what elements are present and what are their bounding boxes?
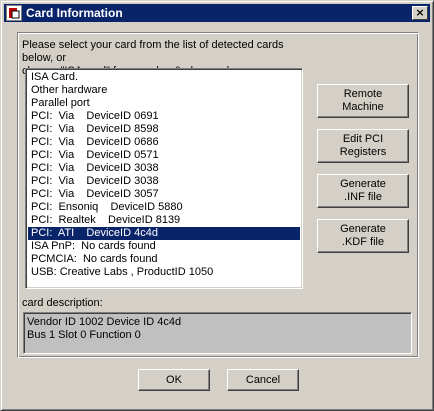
description-line-vendor: Vendor ID 1002 Device ID 4c4d bbox=[27, 316, 182, 328]
app-icon bbox=[6, 5, 22, 21]
cancel-button[interactable]: Cancel bbox=[227, 369, 299, 391]
list-item[interactable]: PCI: Via DeviceID 3038 bbox=[28, 162, 300, 175]
close-button[interactable]: × bbox=[412, 6, 428, 20]
card-listbox[interactable]: ISA Card. Other hardware Parallel port PCI:… bbox=[25, 68, 303, 289]
generate-inf-button[interactable]: Generate .INF file bbox=[317, 174, 409, 208]
list-item[interactable]: PCI: Via DeviceID 0691 bbox=[28, 110, 300, 123]
list-item[interactable]: PCI: Realtek DeviceID 8139 bbox=[28, 214, 300, 227]
remote-machine-button[interactable]: Remote Machine bbox=[317, 84, 409, 118]
list-item[interactable]: PCI: Via DeviceID 0686 bbox=[28, 136, 300, 149]
ok-button[interactable]: OK bbox=[138, 369, 210, 391]
card-information-dialog: Card Information × Please select your ca… bbox=[0, 0, 434, 411]
list-item[interactable]: PCI: Via DeviceID 3057 bbox=[28, 188, 300, 201]
edit-pci-registers-button[interactable]: Edit PCI Registers bbox=[317, 129, 409, 163]
list-item[interactable]: PCI: Ensoniq DeviceID 5880 bbox=[28, 201, 300, 214]
list-item[interactable]: USB: Creative Labs , ProductID 1050 bbox=[28, 266, 300, 279]
list-item[interactable]: PCI: Via DeviceID 8598 bbox=[28, 123, 300, 136]
description-line-bus: Bus 1 Slot 0 Function 0 bbox=[27, 329, 141, 341]
card-description-label: card description: bbox=[22, 297, 103, 309]
list-item[interactable]: ISA Card. bbox=[28, 71, 300, 84]
card-description-box: Vendor ID 1002 Device ID 4c4d Bus 1 Slot… bbox=[23, 312, 412, 354]
list-item[interactable]: Parallel port bbox=[28, 97, 300, 110]
window-title: Card Information bbox=[26, 6, 123, 20]
generate-kdf-button[interactable]: Generate .KDF file bbox=[317, 219, 409, 253]
close-icon: × bbox=[415, 6, 425, 19]
list-item[interactable]: Other hardware bbox=[28, 84, 300, 97]
list-item-selected[interactable]: PCI: ATI DeviceID 4c4d bbox=[28, 227, 300, 240]
list-item[interactable]: PCI: Via DeviceID 0571 bbox=[28, 149, 300, 162]
title-bar[interactable]: Card Information × bbox=[4, 4, 430, 22]
list-item[interactable]: PCMCIA: No cards found bbox=[28, 253, 300, 266]
list-item[interactable]: ISA PnP: No cards found bbox=[28, 240, 300, 253]
list-item[interactable]: PCI: Via DeviceID 3038 bbox=[28, 175, 300, 188]
